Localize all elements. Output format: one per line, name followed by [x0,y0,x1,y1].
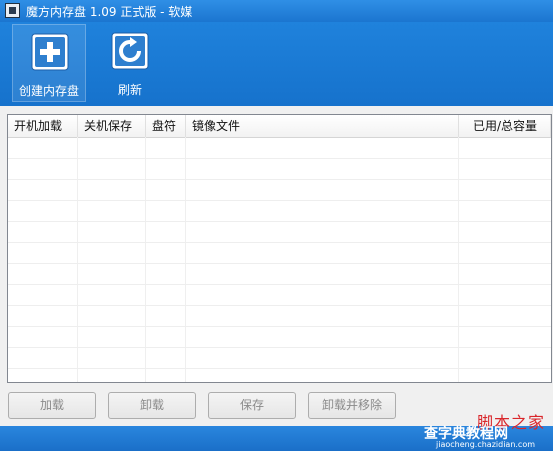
table-row [8,200,551,222]
title-bar: 魔方内存盘 1.09 正式版 - 软媒 [0,0,553,22]
refresh-button[interactable]: 刷新 [93,24,167,102]
window-title: 魔方内存盘 1.09 正式版 - 软媒 [26,5,193,19]
table-row [8,137,551,159]
app-icon [5,3,20,18]
table-row [8,263,551,285]
unload-button[interactable]: 卸载 [108,392,196,419]
table-row [8,347,551,369]
toolbar: 创建内存盘 刷新 [0,22,553,106]
load-button[interactable]: 加载 [8,392,96,419]
save-button[interactable]: 保存 [208,392,296,419]
table-row [8,305,551,327]
create-ramdisk-button[interactable]: 创建内存盘 [12,24,86,102]
table-row [8,242,551,264]
column-header-autoload[interactable]: 开机加载 [8,115,78,137]
create-ramdisk-label: 创建内存盘 [18,84,79,98]
watermark-url: jiaocheng.chazidian.com [436,440,536,449]
column-header-image-file[interactable]: 镜像文件 [186,115,459,137]
table-row [8,284,551,306]
column-header-usage[interactable]: 已用/总容量 [459,115,551,137]
ramdisk-list[interactable]: 开机加载 关机保存 盘符 镜像文件 已用/总容量 [7,114,552,383]
plus-icon [31,33,69,71]
table-row [8,221,551,243]
main-panel: 开机加载 关机保存 盘符 镜像文件 已用/总容量 加载 卸载 保存 卸载并移除 [0,106,553,426]
refresh-icon [111,32,149,70]
unload-remove-button[interactable]: 卸载并移除 [308,392,396,419]
table-row [8,179,551,201]
column-header-shutdown-save[interactable]: 关机保存 [78,115,146,137]
table-row [8,326,551,348]
list-header: 开机加载 关机保存 盘符 镜像文件 已用/总容量 [8,115,551,138]
table-row [8,158,551,180]
column-header-drive-letter[interactable]: 盘符 [146,115,186,137]
refresh-label: 刷新 [117,83,142,97]
